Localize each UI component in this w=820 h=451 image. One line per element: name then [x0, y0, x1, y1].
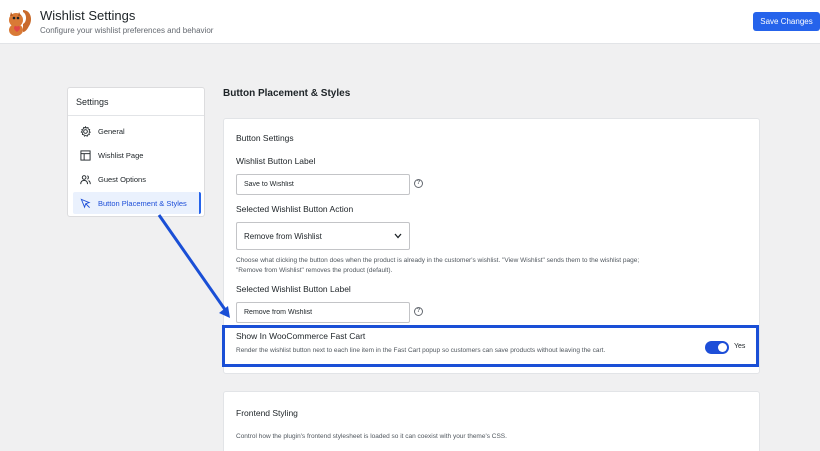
gear-icon [80, 125, 91, 137]
sidebar-item-button-placement[interactable]: Button Placement & Styles [73, 192, 201, 214]
top-header: Wishlist Settings Configure your wishlis… [0, 0, 820, 44]
wishlist-button-label-input[interactable] [236, 174, 410, 195]
page-subtitle: Configure your wishlist preferences and … [40, 26, 214, 35]
frontend-styling-help: Control how the plugin's frontend styles… [236, 433, 507, 440]
sidebar-item-general[interactable]: General [73, 120, 201, 142]
button-action-select[interactable]: Remove from Wishlist [236, 222, 410, 250]
sidebar-divider [68, 115, 204, 116]
wishlist-button-label-heading: Wishlist Button Label [236, 156, 316, 166]
select-value: Remove from Wishlist [244, 231, 322, 241]
help-icon[interactable]: ? [414, 307, 423, 316]
fast-cart-heading: Show In WooCommerce Fast Cart [236, 331, 366, 341]
sidebar-item-label: Guest Options [98, 174, 146, 184]
sidebar-item-wishlist-page[interactable]: Wishlist Page [73, 144, 201, 166]
toggle-knob [718, 343, 727, 352]
sidebar-item-label: Wishlist Page [98, 150, 144, 160]
action-help-text-2: "Remove from Wishlist" removes the produ… [236, 267, 393, 274]
fast-cart-toggle[interactable] [705, 341, 729, 354]
card-title-button-settings: Button Settings [236, 133, 294, 143]
selected-label-heading: Selected Wishlist Button Label [236, 284, 351, 294]
layout-icon [80, 149, 91, 161]
settings-sidebar: Settings General Wishlist Page Guest Opt… [67, 87, 205, 217]
help-icon[interactable]: ? [414, 179, 423, 188]
users-icon [80, 174, 91, 184]
frontend-styling-card [223, 391, 760, 451]
sidebar-item-guest-options[interactable]: Guest Options [73, 168, 201, 190]
squirrel-logo-icon [9, 10, 31, 36]
section-heading: Button Placement & Styles [223, 88, 351, 99]
card-title-frontend-styling: Frontend Styling [236, 408, 298, 418]
fast-cart-help-text: Render the wishlist button next to each … [236, 347, 606, 354]
save-changes-button[interactable]: Save Changes [753, 12, 820, 31]
chevron-down-icon [394, 233, 402, 239]
sidebar-item-label: General [98, 126, 125, 136]
sidebar-item-label: Button Placement & Styles [98, 198, 187, 208]
button-action-heading: Selected Wishlist Button Action [236, 204, 354, 214]
selected-label-input[interactable] [236, 302, 410, 323]
action-help-text-1: Choose what clicking the button does whe… [236, 257, 640, 264]
page-title: Wishlist Settings [40, 8, 136, 23]
sidebar-title: Settings [76, 97, 109, 107]
toggle-state-label: Yes [734, 343, 746, 350]
cursor-icon [80, 198, 91, 209]
